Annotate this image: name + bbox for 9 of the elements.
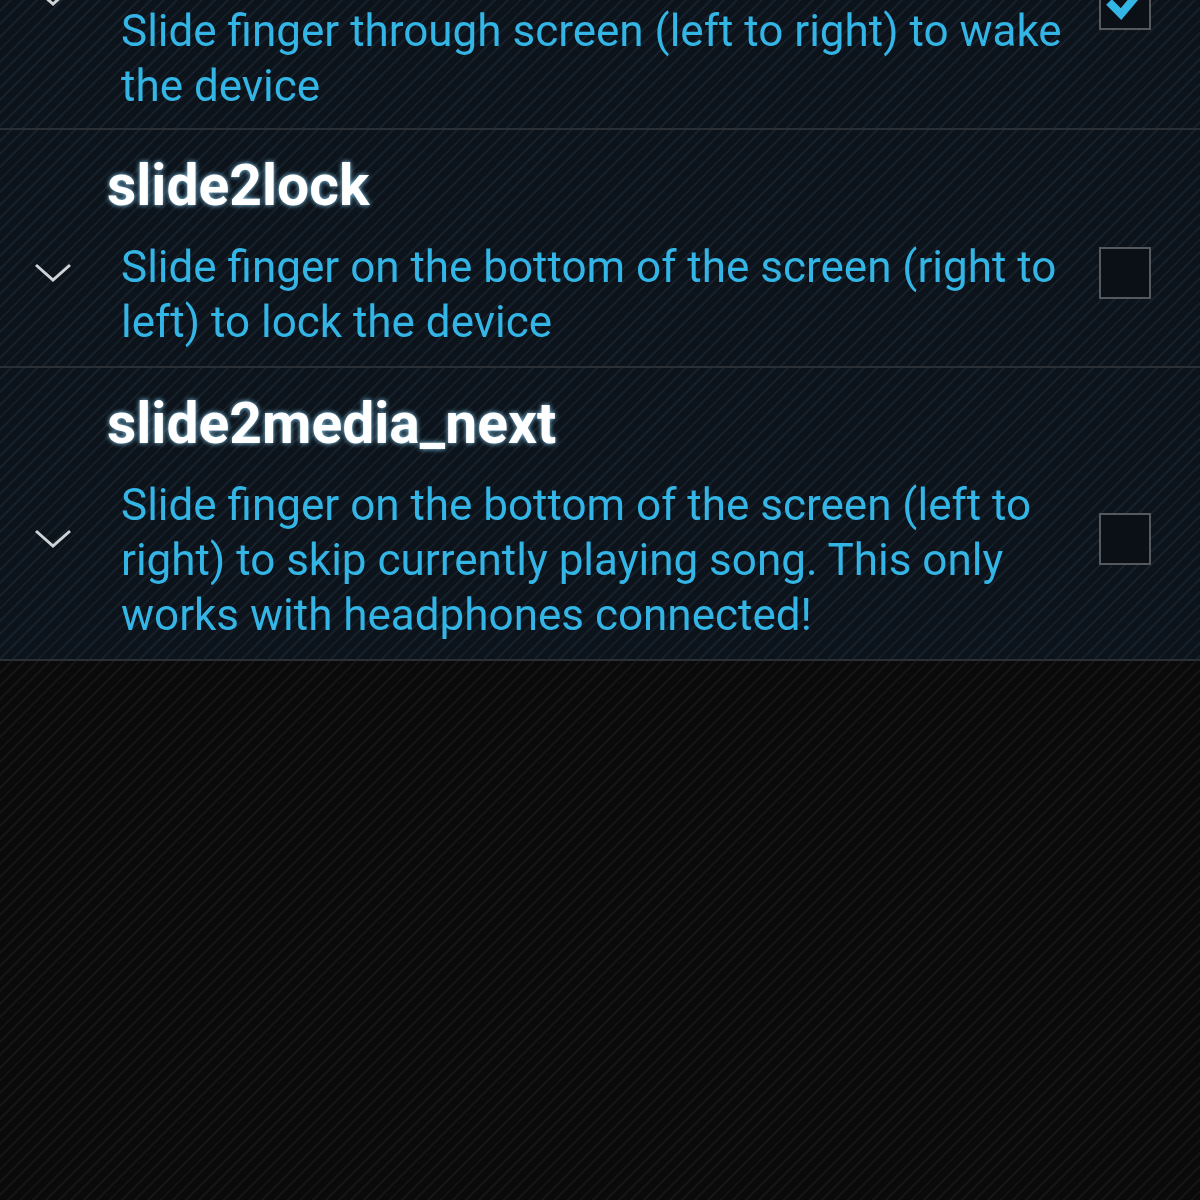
setting-title: slide2lock [107,156,371,216]
setting-description: Slide finger through screen (left to right) to wake the device [121,4,1063,114]
chevron-icon[interactable] [32,262,73,284]
setting-title: slide2media_next [107,394,558,454]
setting-description: Slide finger on the bottom of the screen (left to right) to skip currently playing song. This only works with headphones connected! [121,478,1033,643]
setting-description: Slide finger on the bottom of the screen (right to left) to lock the device [121,240,1058,350]
checkbox[interactable] [1099,512,1151,565]
checkbox[interactable] [1099,247,1151,299]
chevron-icon[interactable] [32,527,73,550]
